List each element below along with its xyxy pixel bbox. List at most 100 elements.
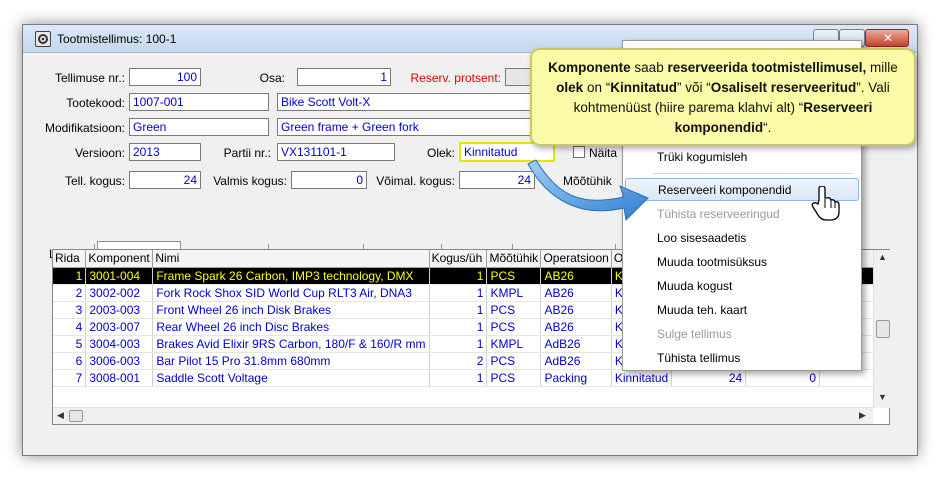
part-field[interactable]: 1 [297,68,391,86]
batch-field[interactable]: VX131101-1 [277,143,395,161]
modification-field[interactable]: Green [129,118,269,136]
table-cell: AdB26 [540,352,612,370]
grid-column-header[interactable]: Nimi [152,250,430,268]
app-icon [35,31,51,47]
table-cell: Brakes Avid Elixir 9RS Carbon, 180/F & 1… [152,335,430,353]
table-cell: 1 [429,318,488,336]
horizontal-scrollbar[interactable]: ◀ ▶ [53,407,873,424]
callout-text: ” või “ [676,80,711,95]
table-cell: PCS [486,369,542,387]
table-cell: PCS [486,352,542,370]
part-label: Osa: [259,71,285,85]
callout-text: Osaliselt reserveeritud [710,80,857,95]
ordered-qty-label: Tell. kogus: [64,174,125,188]
table-cell: 1 [429,267,488,285]
table-cell: Frame Spark 26 Carbon, IMP3 technology, … [152,267,430,285]
menu-item-create-internal-shipment[interactable]: Loo sisesaadetis [625,227,859,250]
callout-text: Komponente [548,60,631,75]
menu-separator [653,173,853,174]
table-cell: 1 [429,284,488,302]
show-label: Näita [589,146,618,160]
table-cell: 0 [745,369,820,387]
grid-column-header[interactable]: Kogus/üh [429,250,488,268]
table-cell: 6 [53,352,87,370]
ordered-qty-field[interactable]: 24 [129,171,201,189]
table-cell: 3008-001 [85,369,154,387]
possible-qty-field[interactable]: 24 [459,171,535,189]
table-cell: KMPL [486,335,542,353]
callout-text: mille [866,60,898,75]
grid-column-header[interactable]: Rida [53,250,87,268]
vertical-scroll-thumb[interactable] [876,320,890,338]
window-title: Tootmistellimus: 100-1 [57,32,177,46]
table-cell: 5 [53,335,87,353]
grid-column-header[interactable]: Komponent [85,250,154,268]
menu-item-change-tech-card[interactable]: Muuda teh. kaart [625,299,859,322]
scroll-left-icon[interactable]: ◀ [57,410,64,421]
grid-column-header[interactable]: Operatsioon [540,250,612,268]
table-cell: AB26 [540,284,612,302]
instruction-callout: Komponente saab reserveerida tootmistell… [530,48,916,146]
table-cell: AB26 [540,267,612,285]
product-code-field[interactable]: 1007-001 [129,93,269,111]
scroll-down-icon[interactable]: ▼ [878,392,887,402]
vertical-scrollbar[interactable]: ▲ ▼ [873,250,891,408]
close-icon: ✕ [883,31,894,45]
show-checkbox[interactable] [573,146,585,158]
menu-item-cancel-order[interactable]: Tühista tellimus [625,347,859,370]
possible-qty-label: Võimal. kogus: [376,174,455,188]
scroll-right-icon[interactable]: ▶ [859,410,866,421]
table-cell: AB26 [540,318,612,336]
menu-item-close-order: Sulge tellimus [657,327,732,341]
table-cell: 24 [671,369,747,387]
table-cell: 7 [53,369,87,387]
table-cell: 4 [53,318,87,336]
table-cell: PCS [486,267,542,285]
scroll-up-icon[interactable]: ▲ [878,252,887,262]
menu-item-change-production-unit[interactable]: Muuda tootmisüksus [625,251,859,274]
batch-label: Partii nr.: [223,146,271,160]
table-cell: 2 [429,352,488,370]
table-cell: Packing [540,369,612,387]
callout-text: olek [556,80,584,95]
table-cell: PCS [486,318,542,336]
table-cell: 1 [53,267,87,285]
grid-column-header[interactable]: Mõõtühik [486,250,542,268]
close-button[interactable]: ✕ [865,29,909,47]
table-cell: KMPL [486,284,542,302]
callout-text: Kinnitatud [610,80,677,95]
modification-desc-field[interactable]: Green frame + Green fork [277,118,535,136]
table-cell: Kinnitatud [611,369,673,387]
table-cell: 3006-003 [85,352,154,370]
table-cell: Fork Rock Shox SID World Cup RLT3 Air, D… [152,284,430,302]
finished-qty-label: Valmis kogus: [213,174,287,188]
table-cell: 2003-003 [85,301,154,319]
callout-text: on “ [583,80,611,95]
table-cell: Saddle Scott Voltage [152,369,430,387]
table-cell: AB26 [540,301,612,319]
horizontal-scroll-thumb[interactable] [69,410,83,422]
finished-qty-field[interactable]: 0 [291,171,367,189]
callout-text: reserveerida tootmistellimusel, [667,60,867,75]
table-cell: 1 [429,301,488,319]
menu-item-change-quantity[interactable]: Muuda kogust [625,275,859,298]
product-name-field[interactable]: Bike Scott Volt-X [277,93,535,111]
unit-label: Mõõtühik [563,174,612,188]
table-cell: AdB26 [540,335,612,353]
order-no-field[interactable]: 100 [129,68,201,86]
callout-text: “. [763,120,772,135]
table-row[interactable]: 7 3008-001 Saddle Scott Voltage 1 PCS Packing… [53,369,889,387]
version-field[interactable]: 2013 [129,143,201,161]
modification-label: Modifikatsioon: [44,121,125,135]
table-cell: Rear Wheel 26 inch Disc Brakes [152,318,430,336]
table-cell: 2003-007 [85,318,154,336]
menu-item-print-picking[interactable]: Trüki kogumisleh [625,146,859,169]
table-cell: 2 [53,284,87,302]
product-code-label: Tootekood: [66,96,125,110]
table-cell: 3004-003 [85,335,154,353]
reserv-percent-label: Reserv. protsent: [410,71,501,85]
table-cell: PCS [486,301,542,319]
table-cell: 3002-002 [85,284,154,302]
hand-cursor-icon [811,186,840,221]
table-cell: Front Wheel 26 inch Disk Brakes [152,301,430,319]
